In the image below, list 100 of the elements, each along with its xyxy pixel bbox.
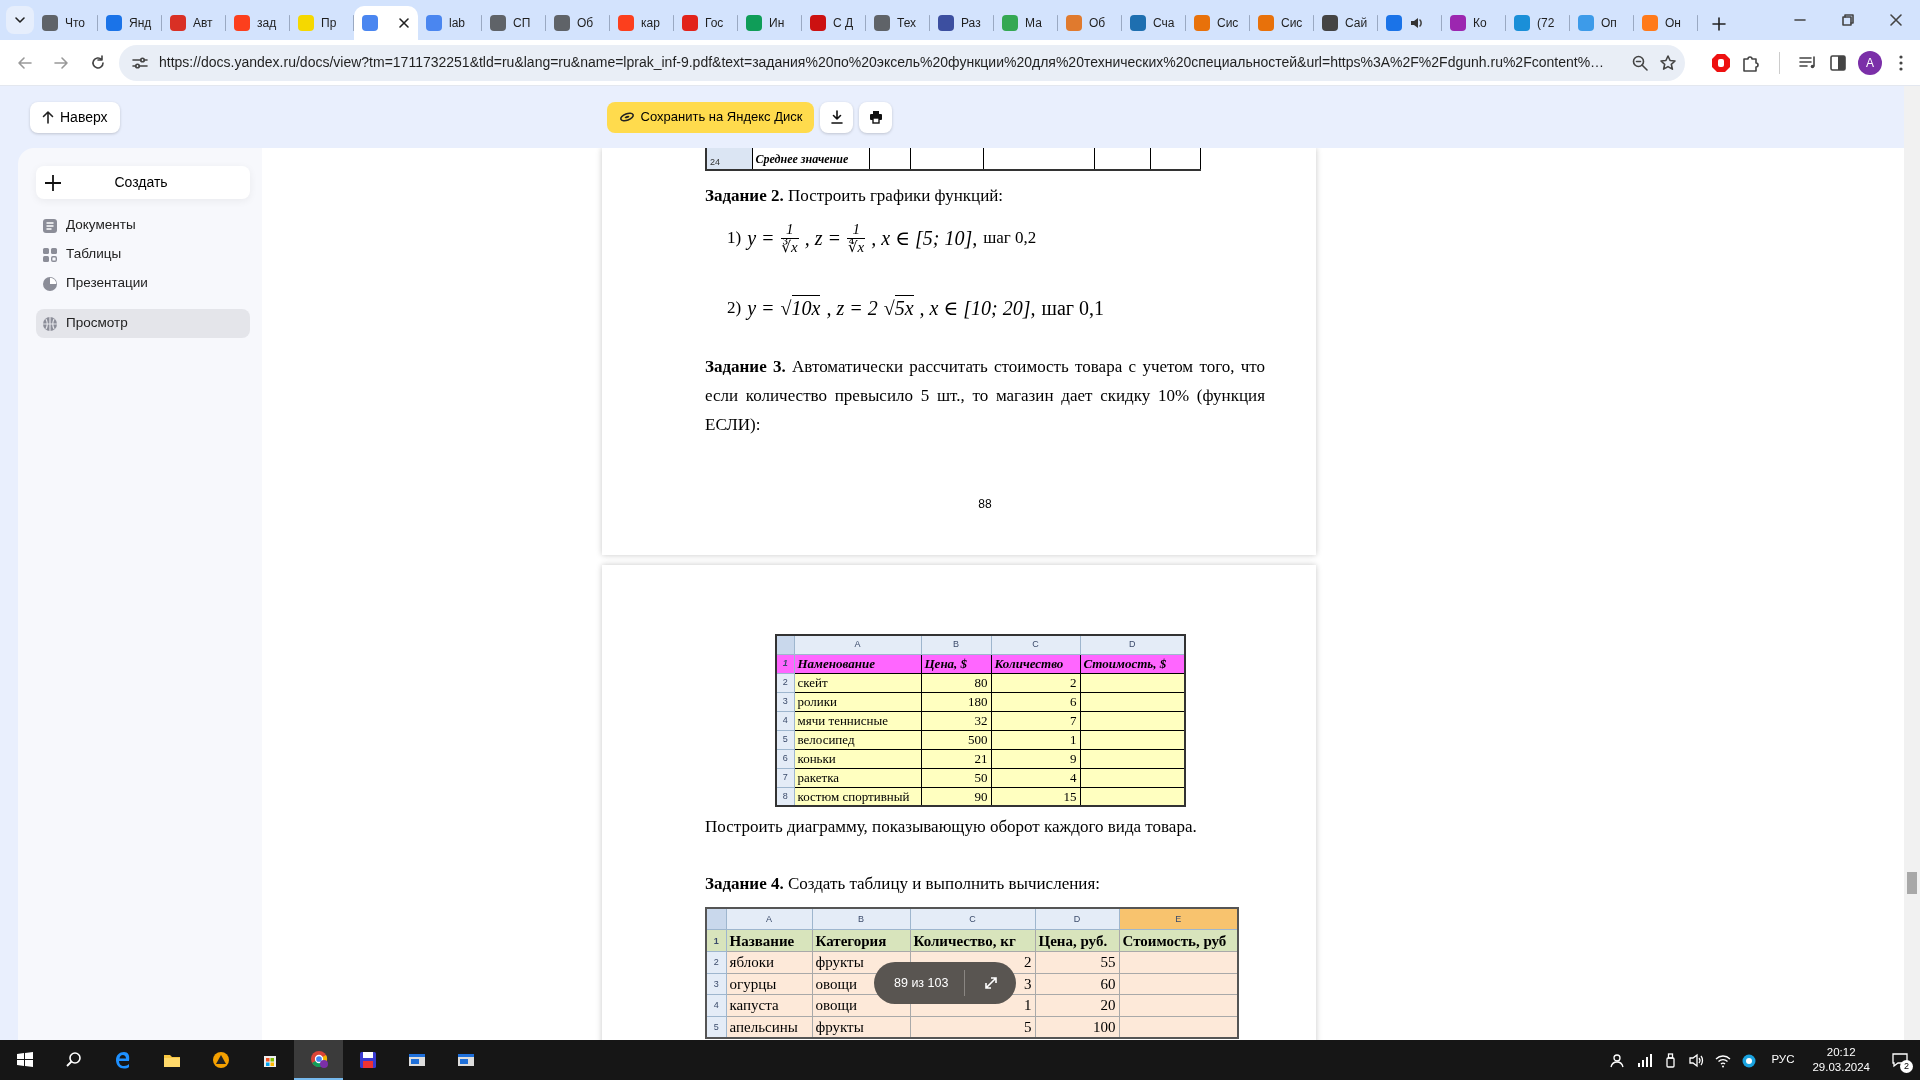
sidebar-item[interactable]: Документы — [36, 211, 250, 240]
column-header[interactable]: E — [1119, 908, 1238, 930]
browser-tab[interactable]: Об — [1058, 6, 1122, 40]
browser-tab[interactable]: Тех — [866, 6, 930, 40]
star-icon[interactable] — [1659, 53, 1677, 72]
column-header[interactable]: D — [1080, 635, 1185, 654]
column-header[interactable]: A — [726, 908, 812, 930]
close-icon — [398, 17, 410, 29]
printer-icon — [868, 110, 883, 124]
speaker-icon[interactable] — [1687, 1051, 1705, 1069]
row-number: 3 — [776, 692, 794, 711]
row-number: 8 — [776, 787, 794, 806]
start-icon — [14, 1050, 35, 1070]
math-text: , z = 2 — [826, 296, 878, 321]
list-number: 1) — [727, 227, 742, 250]
create-button[interactable]: Создать — [36, 166, 250, 199]
row-number: 4 — [776, 711, 794, 730]
browser-tab[interactable]: Об — [546, 6, 610, 40]
math-text: y = — [747, 226, 775, 252]
download-button[interactable] — [820, 101, 854, 133]
column-header[interactable]: B — [812, 908, 910, 930]
browser-tab[interactable]: Ма — [994, 6, 1058, 40]
list-number: 2) — [727, 297, 742, 320]
download-icon — [829, 110, 844, 124]
grid-icon — [42, 246, 58, 263]
globe-icon — [42, 315, 58, 332]
browser-tab[interactable]: Оп — [1570, 6, 1634, 40]
sidebar-item[interactable]: Презентации — [36, 269, 250, 298]
side-panel-icon[interactable] — [1828, 52, 1848, 73]
row-number: 24 — [706, 148, 752, 170]
sidebar-item[interactable]: Таблицы — [36, 240, 250, 269]
task-paragraph: Задание 3. Автоматически рассчитать стоимость товара с учетом того, что если количество превысило 5 шт., то магазин дает скидку 10% (функция ЕСЛИ): — [705, 356, 1265, 436]
browser-tab[interactable]: С Д — [802, 6, 866, 40]
task-paragraph: Задание 4. Создать таблицу и выполнить вычисления: — [705, 873, 1101, 895]
back-to-top-button[interactable]: Наверх — [30, 101, 120, 133]
select-all-corner[interactable] — [776, 635, 794, 654]
step-text: шаг 0,2 — [983, 227, 1037, 250]
plus-icon — [44, 173, 62, 192]
row-number: 4 — [706, 994, 726, 1016]
math-text: , x ∈ [5; 10], — [871, 226, 978, 251]
chrome-icon — [308, 1049, 329, 1069]
browser-tab[interactable]: Гос — [674, 6, 738, 40]
scrollbar-thumb[interactable] — [1907, 872, 1917, 894]
math-text: , z = — [804, 226, 842, 251]
browser-tab[interactable]: Сис — [1250, 6, 1314, 40]
browser-tab[interactable]: Раз — [930, 6, 994, 40]
signal-bars-icon[interactable] — [1635, 1051, 1653, 1069]
column-header[interactable]: D — [1035, 908, 1119, 930]
browser-tab[interactable]: Янд — [98, 6, 162, 40]
browser-tab[interactable]: Ко — [1442, 6, 1506, 40]
input-language[interactable]: РУС — [1763, 1051, 1803, 1069]
triangle-app-icon — [210, 1050, 231, 1070]
browser-tab[interactable]: Пр — [290, 6, 354, 40]
clock[interactable]: 20:12 29.03.2024 — [1806, 1045, 1876, 1075]
browser-tab[interactable]: Он — [1634, 6, 1698, 40]
expand-icon — [982, 975, 999, 991]
close-icon — [1889, 13, 1903, 27]
browser-tab[interactable]: Авт — [162, 6, 226, 40]
browser-tab[interactable]: Сай — [1314, 6, 1378, 40]
math-text: , x ∈ [10; 20], — [919, 296, 1036, 321]
step-text: шаг 0,1 — [1041, 296, 1104, 321]
column-header[interactable]: C — [991, 635, 1080, 654]
address-field[interactable]: https://docs.yandex.ru/docs/view?tm=1711732251&tld=ru&lang=ru&name=lprak_inf-9.pdf&text=задания%20по%20эксель%20функции%20для%20технических%20специальностей&url=https%3A%2F%2Fdgunh.ru%2Fcontent%… — [119, 44, 1685, 81]
stop-hand-icon[interactable] — [1711, 52, 1731, 73]
notification-button[interactable]: 2 — [1880, 1040, 1920, 1080]
square-root: √5x — [883, 294, 914, 321]
row-number: 6 — [776, 749, 794, 768]
select-all-corner[interactable] — [706, 908, 726, 930]
restore-icon — [1841, 13, 1855, 27]
arrow-up-icon — [42, 110, 54, 124]
task-paragraph: Задание 2. Построить графики функций: — [705, 185, 1005, 207]
document-icon — [42, 217, 58, 234]
body-text: Построить диаграмму, показывающую оборот каждого вида товара. — [705, 816, 1198, 838]
caret-down-icon — [14, 14, 26, 26]
message-icon — [1891, 1051, 1909, 1069]
browser-tab[interactable]: Сис — [1186, 6, 1250, 40]
column-header[interactable]: A — [794, 635, 921, 654]
tab-search-button[interactable] — [6, 6, 34, 34]
column-header[interactable]: C — [910, 908, 1035, 930]
print-button[interactable] — [859, 101, 893, 133]
math-text: y = — [747, 296, 775, 322]
page-number: 88 — [977, 496, 993, 513]
pie-chart-icon — [42, 275, 58, 292]
save-to-disk-button[interactable]: Сохранить на Яндекс Диск — [606, 101, 815, 133]
row-number: 2 — [706, 951, 726, 973]
tab-close-button[interactable] — [398, 17, 410, 29]
zoom-icon[interactable] — [1631, 53, 1649, 72]
browser-tab[interactable]: lab — [418, 6, 482, 40]
profile-avatar[interactable]: A — [1858, 50, 1882, 75]
browser-tab[interactable]: (72 — [1506, 6, 1570, 40]
sidebar-item[interactable]: Просмотр — [36, 309, 250, 338]
notification-count: 2 — [1900, 1060, 1913, 1073]
column-header[interactable]: B — [921, 635, 991, 654]
browser-tab[interactable]: кар — [610, 6, 674, 40]
row-number: 1 — [706, 929, 726, 952]
browser-tab[interactable]: Ин — [738, 6, 802, 40]
browser-tab[interactable]: СП — [482, 6, 546, 40]
browser-tab[interactable]: зад — [226, 6, 290, 40]
browser-tab[interactable]: Сча — [1122, 6, 1186, 40]
browser-tab[interactable]: Что — [34, 6, 98, 40]
